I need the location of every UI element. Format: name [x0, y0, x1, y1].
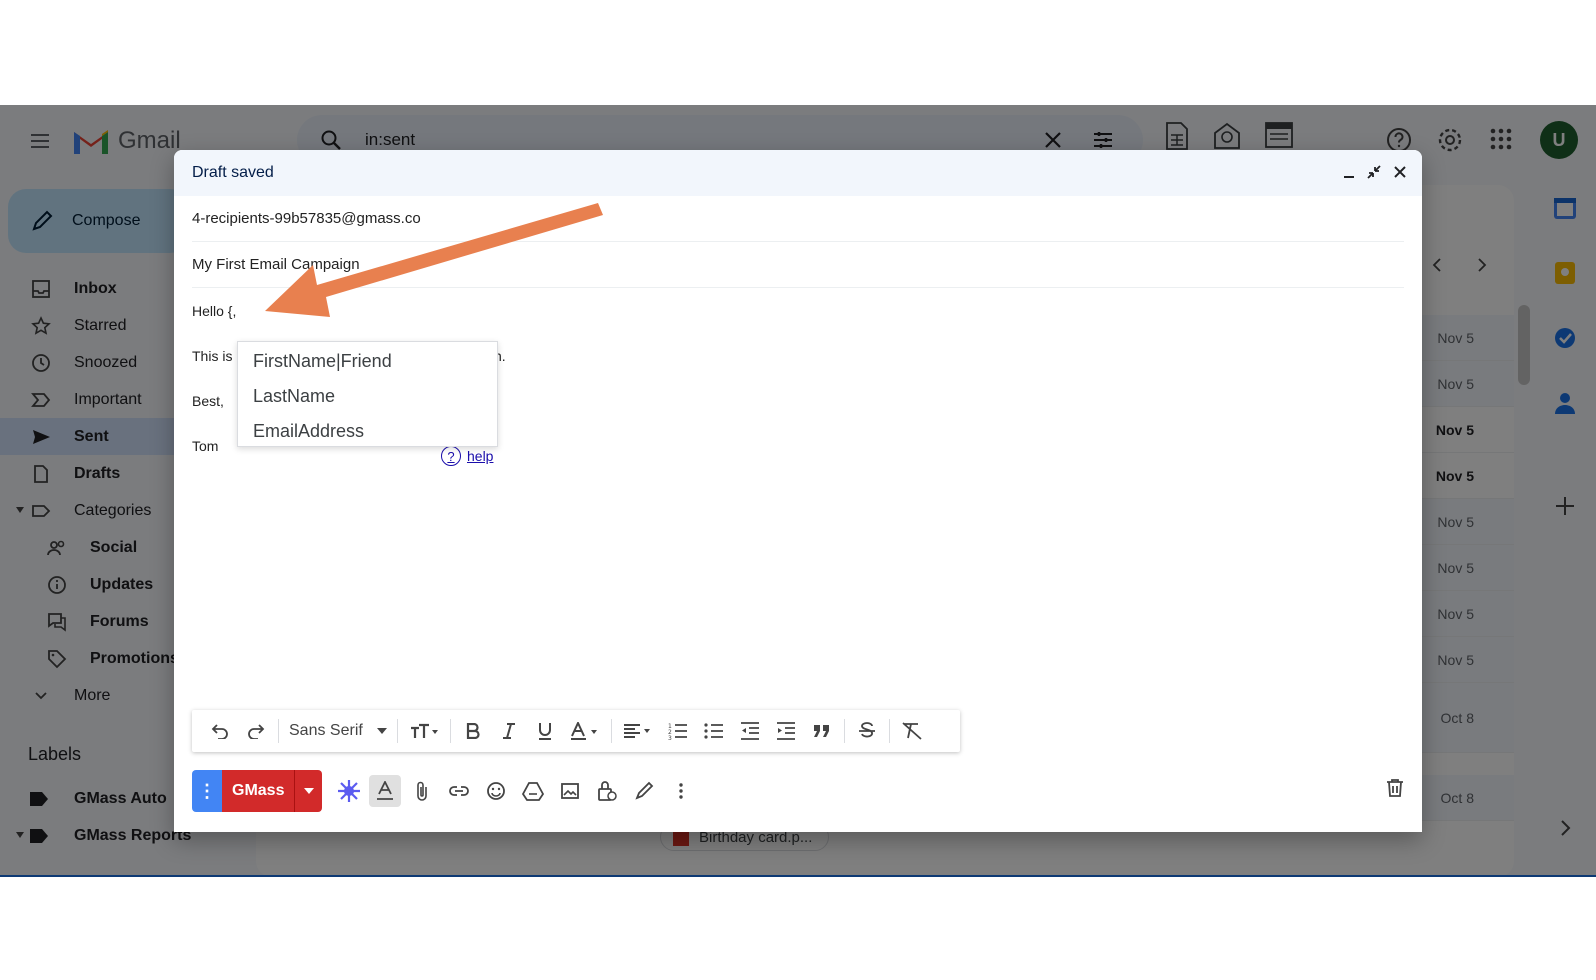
more-vert-icon [679, 783, 683, 799]
font-size-button[interactable] [402, 710, 446, 752]
align-button[interactable] [616, 710, 660, 752]
quote-icon [813, 725, 829, 737]
numbered-list-icon: 123 [668, 723, 687, 740]
undo-icon [211, 724, 228, 739]
gmass-settings-button[interactable]: ⋮ [192, 770, 222, 812]
redo-button[interactable] [238, 710, 274, 752]
bold-button[interactable] [455, 710, 491, 752]
compose-actions: ⋮ GMass [192, 770, 699, 812]
emoji-icon [487, 782, 505, 800]
indent-more-icon [776, 722, 795, 740]
toolbar-divider [278, 719, 279, 743]
bulleted-list-button[interactable] [696, 710, 732, 752]
redo-icon [248, 724, 265, 739]
formatting-toggle-button[interactable] [369, 775, 402, 807]
gmass-dropdown-button[interactable] [294, 770, 323, 812]
quote-button[interactable] [804, 710, 840, 752]
clear-formatting-icon [902, 722, 922, 740]
text-format-icon [377, 781, 394, 800]
font-select[interactable]: Sans Serif [283, 722, 393, 740]
insert-photo-button[interactable] [551, 773, 588, 810]
svg-text:3: 3 [668, 735, 672, 740]
toolbar-divider [888, 719, 890, 743]
text-color-button[interactable] [563, 710, 607, 752]
compose-header[interactable]: Draft saved [174, 150, 1422, 196]
subject-field[interactable]: My First Email Campaign [192, 242, 1404, 288]
gmass-send-button[interactable]: GMass [222, 770, 295, 812]
lock-clock-icon [598, 781, 617, 801]
drive-icon [521, 782, 544, 801]
compose-title: Draft saved [192, 164, 274, 181]
toolbar-divider [610, 719, 612, 743]
subject-value: My First Email Campaign [192, 256, 360, 273]
link-icon [449, 786, 469, 796]
font-size-icon [410, 723, 438, 738]
image-icon [561, 783, 579, 799]
close-icon[interactable] [1392, 164, 1408, 180]
bulleted-list-icon [704, 723, 723, 739]
body-line-text: This is [192, 348, 233, 364]
minimize-icon[interactable] [1342, 164, 1356, 180]
autocomplete-option[interactable]: EmailAddress [238, 414, 497, 449]
insert-link-button[interactable] [440, 773, 477, 810]
drive-button[interactable] [514, 773, 551, 810]
paperclip-icon [417, 781, 427, 801]
autocomplete-dropdown: FirstName|Friend LastName EmailAddress [237, 341, 498, 447]
compose-window: Draft saved 4-recipients-99b57835@gmass.… [174, 150, 1422, 832]
underline-icon [538, 723, 551, 740]
undo-button[interactable] [202, 710, 238, 752]
body-line: Hello {, [192, 303, 237, 319]
confidential-mode-button[interactable] [588, 773, 625, 810]
exit-fullscreen-icon[interactable] [1366, 164, 1382, 180]
text-color-icon [570, 722, 597, 740]
formatting-toolbar: Sans Serif 123 [192, 710, 960, 752]
toolbar-divider [843, 719, 845, 743]
strikethrough-icon [858, 722, 875, 738]
indent-less-icon [740, 722, 759, 740]
font-name: Sans Serif [289, 722, 363, 739]
window-controls [1342, 164, 1408, 180]
help-link[interactable]: ? help [441, 446, 493, 466]
underline-button[interactable] [527, 710, 563, 752]
strikethrough-button[interactable] [849, 710, 885, 752]
bold-icon [466, 723, 480, 739]
caret-down-icon [303, 788, 314, 794]
indent-less-button[interactable] [732, 710, 768, 752]
align-left-icon [623, 724, 650, 738]
toolbar-divider [396, 719, 398, 743]
italic-icon [502, 723, 515, 739]
emoji-button[interactable] [477, 773, 514, 810]
indent-more-button[interactable] [768, 710, 804, 752]
toolbar-divider [449, 719, 451, 743]
autocomplete-option[interactable]: LastName [238, 379, 497, 414]
trash-icon[interactable] [1386, 778, 1404, 798]
numbered-list-button[interactable]: 123 [660, 710, 696, 752]
recipients-value: 4-recipients-99b57835@gmass.co [192, 210, 421, 227]
help-icon: ? [441, 446, 461, 466]
more-options-button[interactable] [662, 773, 699, 810]
recipients-field[interactable]: 4-recipients-99b57835@gmass.co [192, 196, 1404, 242]
signature-button[interactable] [625, 773, 662, 810]
sparkle-icon [337, 780, 360, 802]
attach-button[interactable] [403, 773, 440, 810]
italic-button[interactable] [491, 710, 527, 752]
clear-formatting-button[interactable] [894, 710, 930, 752]
pen-icon [635, 781, 654, 800]
ai-sparkle-button[interactable] [330, 773, 367, 810]
caret-down-icon [376, 728, 387, 734]
autocomplete-option[interactable]: FirstName|Friend [238, 344, 497, 379]
gmail-window: Gmail in:sent U Compose Inbox Starred [0, 105, 1596, 877]
help-label: help [467, 448, 494, 464]
